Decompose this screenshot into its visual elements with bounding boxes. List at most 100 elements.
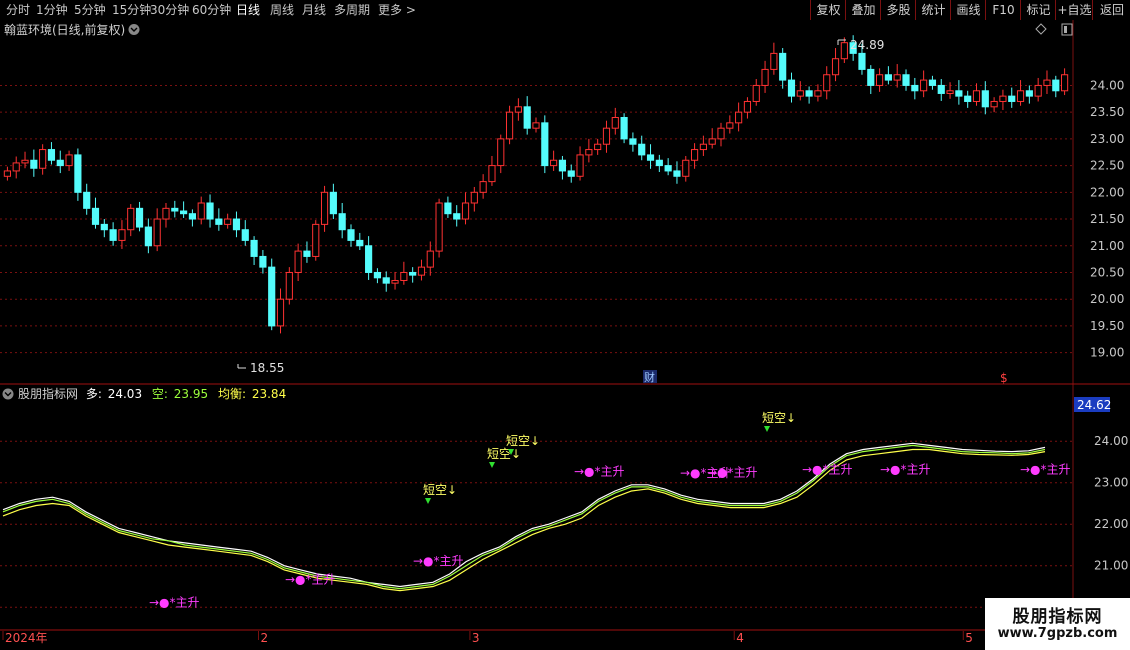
tool-button-2[interactable]: 多股 [880, 0, 916, 20]
period-tab-7[interactable]: 周线 [270, 2, 294, 18]
time-axis: 2024年234562025/ [2, 631, 973, 645]
period-tab-9[interactable]: 多周期 [334, 2, 370, 18]
candle-body [972, 90, 981, 102]
duo-label: 多: [86, 387, 102, 401]
candle-body [497, 138, 505, 167]
indicator-chevron-icon[interactable] [2, 388, 14, 400]
period-tab-10[interactable]: 更多 > [378, 2, 416, 18]
candle-body [91, 207, 100, 225]
candle-body [770, 52, 778, 70]
period-tab-4[interactable]: 30分钟 [150, 2, 189, 18]
price-panel-title: 翰蓝环境(日线,前复权) [4, 22, 125, 37]
candle-body [188, 213, 196, 220]
candle-body [620, 117, 628, 140]
tool-button-0[interactable]: 复权 [810, 0, 846, 20]
tool-button-1[interactable]: 叠加 [845, 0, 881, 20]
candle-body [946, 90, 954, 94]
jun-value: 23.84 [252, 387, 286, 401]
tool-button-8[interactable]: 返回 [1092, 0, 1130, 20]
candle-body [312, 223, 320, 257]
period-tab-3[interactable]: 15分钟 [112, 2, 151, 18]
candle-body [259, 255, 267, 268]
tool-button-6[interactable]: 标记 [1020, 0, 1056, 20]
financial-report-marker[interactable]: 财 [644, 370, 655, 384]
candle-body [981, 90, 989, 108]
candle-body [135, 207, 144, 228]
stock-chart: 19.00 19.50 20.00 20.50 21.00 21.50 22.00 22.50… [0, 20, 1130, 645]
candle-body [673, 170, 681, 177]
site-watermark: 股朋指标网 www.7gpzb.com [985, 598, 1130, 650]
period-tab-5[interactable]: 60分钟 [192, 2, 231, 18]
candle-body [726, 122, 734, 129]
price-tick-label: 22.50 [1090, 159, 1124, 173]
price-tick-label: 20.50 [1090, 265, 1124, 279]
period-tab-1[interactable]: 1分钟 [36, 2, 68, 18]
indicator-tick-label: 23.00 [1094, 476, 1128, 490]
candle-body [814, 90, 822, 97]
kong-label: 空: [152, 387, 168, 401]
candle-body [611, 117, 619, 129]
candle-body [303, 250, 311, 257]
candle-body [796, 90, 804, 97]
candle-body [285, 271, 293, 300]
candle-body [576, 154, 584, 177]
price-tick-label: 20.00 [1090, 292, 1124, 306]
period-tab-8[interactable]: 月线 [302, 2, 326, 18]
short-sell-signal: 短空↓ [762, 411, 796, 425]
price-tick-label: 19.00 [1090, 346, 1124, 360]
time-label: 3 [472, 631, 480, 645]
candle-body [787, 79, 796, 97]
candle-body [3, 170, 11, 177]
tool-button-5[interactable]: F10 [985, 0, 1021, 20]
candle-body [743, 100, 752, 113]
candle-body [347, 229, 355, 241]
tool-button-7[interactable]: +自选 [1055, 0, 1093, 20]
tool-button-3[interactable]: 统计 [915, 0, 951, 20]
candle-body [162, 207, 170, 220]
price-tick-label: 24.00 [1090, 78, 1124, 92]
candle-body [215, 218, 223, 225]
kong-value: 23.95 [174, 387, 208, 401]
period-tab-6[interactable]: 日线 [236, 2, 260, 18]
candle-body [717, 127, 725, 140]
tool-button-4[interactable]: 画线 [950, 0, 986, 20]
candle-body [365, 245, 373, 273]
candle-body [206, 202, 214, 220]
chevron-down-icon[interactable] [128, 24, 140, 35]
candle-body [867, 68, 875, 86]
price-tick-label: 23.00 [1090, 132, 1124, 146]
candle-body [74, 154, 82, 193]
candle-body [391, 279, 399, 284]
period-tab-2[interactable]: 5分钟 [74, 2, 106, 18]
candle-body [21, 159, 29, 164]
candle-body [276, 298, 285, 327]
candle-body [902, 74, 910, 86]
time-label: 4 [736, 631, 744, 645]
current-value-text: 24.62 [1077, 398, 1111, 412]
candle-body [735, 111, 743, 124]
candle-body [250, 239, 258, 257]
candle-body [937, 84, 945, 94]
candle-body [382, 277, 390, 284]
duo-value: 24.03 [108, 387, 142, 401]
period-tab-0[interactable]: 分时 [6, 2, 30, 18]
price-tick-label: 23.50 [1090, 105, 1124, 119]
candle-body [479, 181, 487, 193]
indicator-name: 股朋指标网 [18, 386, 78, 401]
candle-body [594, 143, 602, 151]
short-sell-signal: 短空↓ [506, 434, 540, 448]
dividend-marker[interactable]: $ [1000, 371, 1008, 385]
candle-body [629, 138, 637, 145]
main-rise-signal: →●*主升 [149, 595, 200, 609]
candle-body [646, 154, 655, 161]
candle-body [409, 271, 417, 276]
main-rise-signal: →●*主升 [574, 465, 625, 479]
candle-body [356, 239, 364, 247]
candle-body [505, 111, 514, 140]
candle-body [144, 226, 152, 247]
candle-body [1025, 90, 1033, 97]
watermark-url: www.7gpzb.com [997, 626, 1118, 641]
candle-body [47, 149, 56, 161]
candle-body [241, 229, 249, 241]
candle-body [30, 159, 38, 169]
